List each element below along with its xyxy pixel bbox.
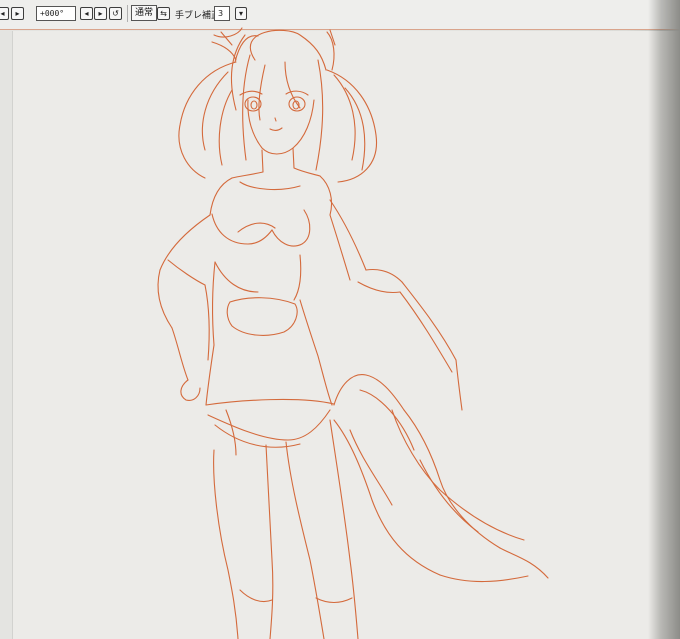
sketch-torso <box>205 147 335 456</box>
character-sketch <box>157 27 549 639</box>
sketch-hair <box>178 27 378 183</box>
sketch-face <box>239 90 315 155</box>
sketch-tail <box>333 374 549 583</box>
monitor-screen: ◂ ▸ +000° ◂ ▸ ↺ 通常 ⇆ 手ブレ補正 3 ▾ <box>0 0 680 639</box>
sketch-legs <box>213 419 359 639</box>
monitor-bezel <box>648 0 680 639</box>
